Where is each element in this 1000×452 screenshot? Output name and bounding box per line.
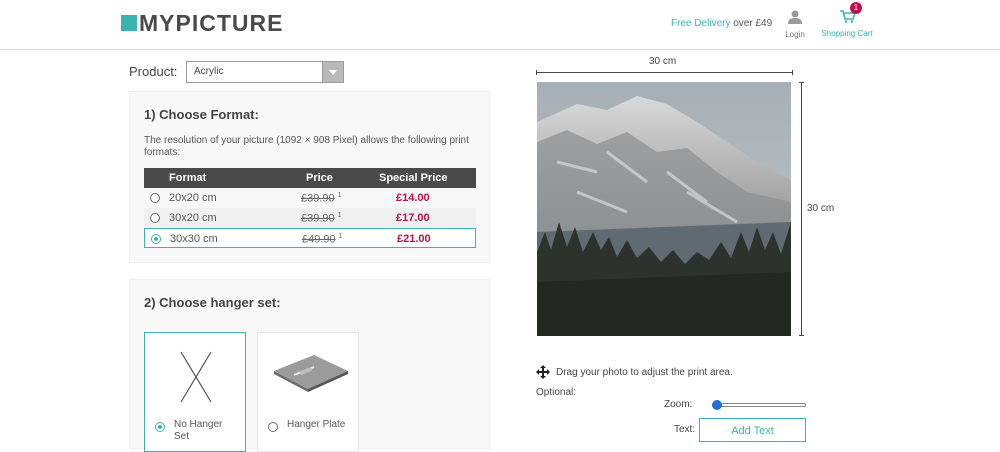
column-header-special-price: Special Price [379,172,448,184]
format-size: 30x20 cm [169,212,217,224]
free-delivery-note: Free Delivery over £49 [671,18,772,29]
add-text-button[interactable]: Add Text [699,418,806,442]
column-header-price: Price [306,172,333,184]
move-arrows-icon [536,365,550,379]
hanger-panel: 2) Choose hanger set: No Hanger Set Hang… [129,279,490,452]
format-panel: 1) Choose Format: The resolution of your… [129,91,490,263]
zoom-slider[interactable] [712,400,806,410]
hanger-section-title: 2) Choose hanger set: [144,295,281,310]
login-label: Login [785,30,805,39]
regular-price: £39.90 1 [301,192,342,205]
zoom-label: Zoom: [664,399,693,410]
cart-label: Shopping Cart [821,29,873,38]
table-row-selected[interactable]: 30x30 cm £49.90 1 £21.00 [144,228,476,248]
hanger-option-none[interactable]: No Hanger Set [144,332,246,452]
table-header: Format Price Special Price [144,168,476,188]
free-delivery-threshold: over £49 [730,18,773,29]
height-dimension-label: 30 cm [807,203,835,214]
format-table: Format Price Special Price 20x20 cm £39.… [144,168,476,248]
product-select-value: Acrylic [194,66,224,77]
special-price: £14.00 [396,192,430,204]
photo-preview[interactable] [537,82,791,336]
format-radio[interactable] [150,213,160,223]
login-link[interactable]: Login [780,10,810,39]
format-radio-selected[interactable] [151,234,161,244]
user-icon [788,10,802,24]
mountain-photo [537,82,791,336]
zoom-slider-thumb[interactable] [712,400,722,410]
brand-name: MYPICTURE [139,10,284,36]
hanger-option-label: No Hanger Set [174,419,223,442]
format-size: 30x30 cm [170,233,218,245]
logo-square-icon [121,15,137,31]
hanger-plate-icon [274,355,348,392]
logo[interactable]: MYPICTURE [121,11,283,35]
regular-price: £39.90 1 [301,212,342,225]
cart-count-badge: 1 [850,2,862,14]
regular-price: £49.90 1 [302,233,343,246]
hanger-option-plate[interactable]: Hanger Plate [257,332,359,452]
table-row[interactable]: 20x20 cm £39.90 1 £14.00 [144,188,476,208]
zoom-slider-track[interactable] [712,403,806,407]
chevron-down-icon[interactable] [322,62,343,82]
no-hanger-icon [180,351,212,403]
special-price: £21.00 [397,233,431,245]
free-delivery-label: Free Delivery [671,18,731,29]
width-dimension-label: 30 cm [649,56,677,67]
hanger-option-label: Hanger Plate [287,419,346,430]
resolution-description: The resolution of your picture (1092 × 9… [144,135,469,158]
product-label: Product: [129,64,178,79]
format-radio[interactable] [150,193,160,203]
text-label: Text: [674,424,696,435]
format-size: 20x20 cm [169,192,217,204]
format-section-title: 1) Choose Format: [144,107,259,122]
drag-hint-text: Drag your photo to adjust the print area… [556,366,733,378]
width-dimension-line [536,70,793,75]
hanger-radio-selected[interactable] [155,422,165,432]
shopping-cart-link[interactable]: 1 Shopping Cart [817,2,877,38]
table-row[interactable]: 30x20 cm £39.90 1 £17.00 [144,208,476,228]
height-dimension-line [799,82,804,336]
hanger-radio[interactable] [268,422,278,432]
column-header-format: Format [169,172,207,184]
drag-hint: Drag your photo to adjust the print area… [536,365,733,379]
product-select[interactable]: Acrylic [186,61,344,83]
optional-label: Optional: [536,387,577,398]
site-header: MYPICTURE Free Delivery over £49 Login 1… [0,0,1000,50]
special-price: £17.00 [396,212,430,224]
